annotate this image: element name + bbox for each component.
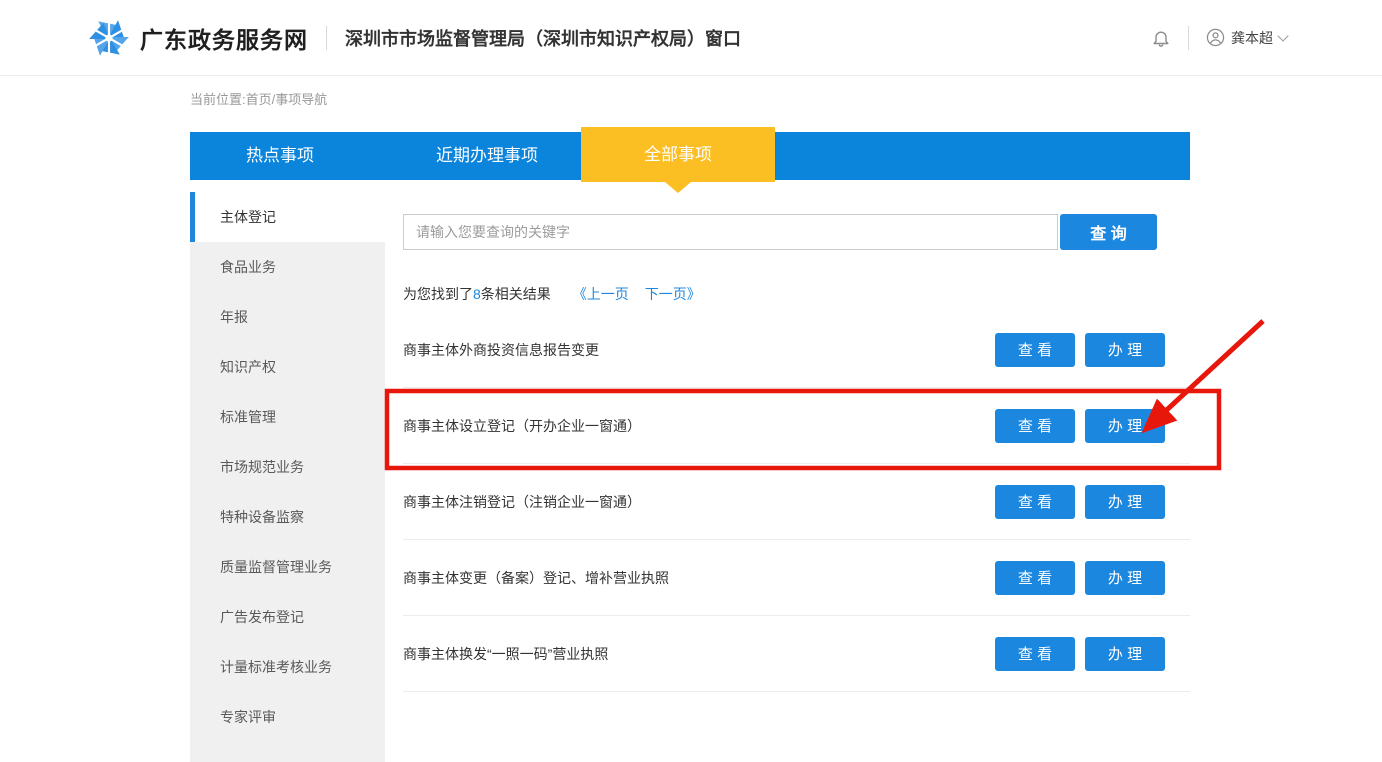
view-button[interactable]: 查 看 (995, 409, 1075, 443)
search-button[interactable]: 查 询 (1060, 214, 1157, 250)
sidebar-item-expert-review[interactable]: 专家评审 (190, 692, 385, 742)
search-input[interactable] (403, 214, 1058, 250)
tab-all-items[interactable]: 全部事项 (581, 127, 775, 182)
item-title: 商事主体换发“一照一码”营业执照 (403, 644, 608, 664)
handle-button[interactable]: 办 理 (1085, 485, 1165, 519)
window-title: 深圳市市场监督管理局（深圳市知识产权局）窗口 (345, 25, 741, 51)
item-title: 商事主体外商投资信息报告变更 (403, 340, 599, 360)
prev-page-link[interactable]: 《上一页 (573, 286, 629, 302)
sidebar-item-market-regulation[interactable]: 市场规范业务 (190, 442, 385, 492)
pinwheel-logo-icon (88, 18, 130, 58)
item-title: 商事主体注销登记（注销企业一窗通） (403, 492, 641, 512)
sidebar-item-metrology-standards[interactable]: 计量标准考核业务 (190, 642, 385, 692)
item-title: 商事主体设立登记（开办企业一窗通） (403, 416, 641, 436)
breadcrumb: 当前位置:首页/事项导航 (190, 89, 327, 108)
user-avatar-icon (1206, 28, 1225, 47)
handle-button[interactable]: 办 理 (1085, 333, 1165, 367)
list-item-highlighted: 商事主体设立登记（开办企业一窗通） 查 看 办 理 (403, 388, 1190, 464)
tab-hot-items[interactable]: 热点事项 (190, 132, 370, 180)
sidebar-item-special-equipment[interactable]: 特种设备监察 (190, 492, 385, 542)
view-button[interactable]: 查 看 (995, 637, 1075, 671)
sidebar-item-annual-report[interactable]: 年报 (190, 292, 385, 342)
list-item: 商事主体注销登记（注销企业一窗通） 查 看 办 理 (403, 464, 1190, 540)
list-item: 商事主体换发“一照一码”营业执照 查 看 办 理 (403, 616, 1190, 692)
list-item: 商事主体外商投资信息报告变更 查 看 办 理 (403, 312, 1190, 388)
results-prefix: 为您找到了 (403, 286, 473, 302)
handle-button[interactable]: 办 理 (1085, 409, 1165, 443)
results-summary: 为您找到了8条相关结果 《上一页下一页》 (403, 284, 1190, 304)
tab-recent-items[interactable]: 近期办理事项 (370, 132, 604, 180)
user-menu[interactable]: 龚本超 (1206, 28, 1287, 48)
result-list: 商事主体外商投资信息报告变更 查 看 办 理 商事主体设立登记（开办企业一窗通）… (403, 312, 1190, 692)
sidebar-item-food-business[interactable]: 食品业务 (190, 242, 385, 292)
main-content: 查 询 为您找到了8条相关结果 《上一页下一页》 商事主体外商投资信息报告变更 查… (403, 214, 1190, 692)
site-name: 广东政务服务网 (140, 21, 308, 55)
site-logo[interactable]: 广东政务服务网 (88, 18, 308, 58)
view-button[interactable]: 查 看 (995, 485, 1075, 519)
item-title: 商事主体变更（备案）登记、增补营业执照 (403, 568, 669, 588)
sidebar-item-intellectual-property[interactable]: 知识产权 (190, 342, 385, 392)
list-item: 商事主体变更（备案）登记、增补营业执照 查 看 办 理 (403, 540, 1190, 616)
header: 广东政务服务网 深圳市市场监督管理局（深圳市知识产权局）窗口 龚本超 (0, 0, 1382, 76)
user-name: 龚本超 (1231, 28, 1273, 48)
sidebar-item-subject-registration[interactable]: 主体登记 (190, 192, 385, 242)
handle-button[interactable]: 办 理 (1085, 561, 1165, 595)
sidebar-item-standards-management[interactable]: 标准管理 (190, 392, 385, 442)
page: 广东政务服务网 深圳市市场监督管理局（深圳市知识产权局）窗口 龚本超 当前位置:… (0, 0, 1382, 762)
handle-button[interactable]: 办 理 (1085, 637, 1165, 671)
header-divider (326, 26, 327, 50)
results-suffix: 条相关结果 (481, 286, 551, 302)
search-row: 查 询 (403, 214, 1190, 250)
view-button[interactable]: 查 看 (995, 333, 1075, 367)
sidebar-item-quality-supervision[interactable]: 质量监督管理业务 (190, 542, 385, 592)
next-page-link[interactable]: 下一页》 (645, 286, 701, 302)
view-button[interactable]: 查 看 (995, 561, 1075, 595)
header-right: 龚本超 (1151, 26, 1287, 50)
bell-icon[interactable] (1151, 27, 1171, 49)
sidebar-item-ad-publishing[interactable]: 广告发布登记 (190, 592, 385, 642)
tab-bar: 热点事项 近期办理事项 全部事项 (190, 132, 1190, 180)
sidebar: 主体登记 食品业务 年报 知识产权 标准管理 市场规范业务 特种设备监察 质量监… (190, 192, 385, 762)
chevron-down-icon (1277, 30, 1288, 41)
header-right-divider (1188, 26, 1189, 50)
results-count: 8 (473, 286, 481, 302)
